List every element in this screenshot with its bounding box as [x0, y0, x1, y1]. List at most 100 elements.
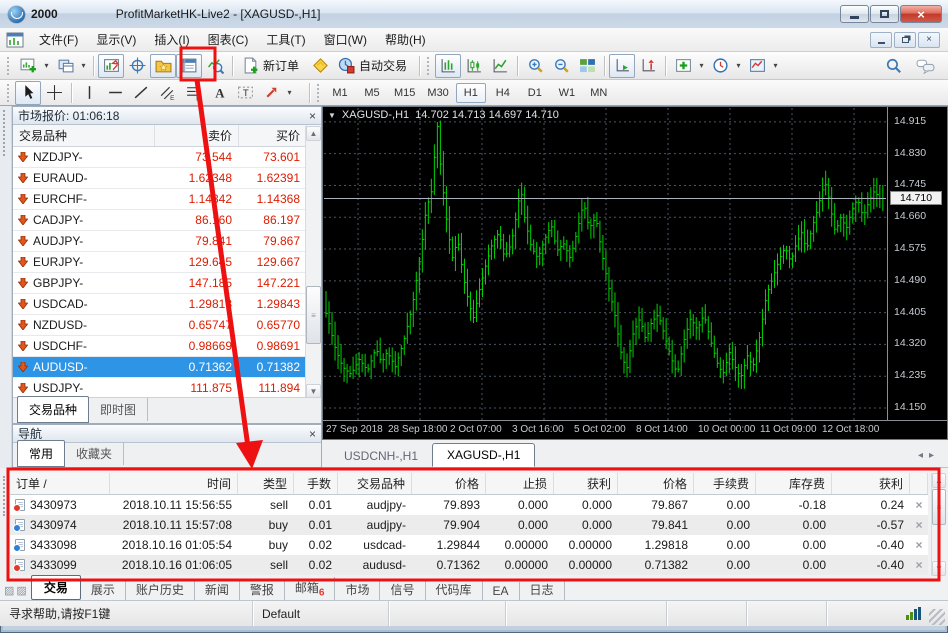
terminal-tab-7[interactable]: 信号 — [380, 579, 426, 600]
title-bar[interactable]: 2000 ProfitMarketHK-Live2 - [XAGUSD-,H1]… — [0, 0, 948, 28]
chart-shift-button[interactable] — [635, 54, 661, 78]
timeframe-m15[interactable]: M15 — [389, 83, 420, 103]
cursor-button[interactable] — [15, 80, 41, 105]
resize-grip[interactable] — [929, 608, 945, 625]
horizontal-line-button[interactable] — [102, 81, 128, 105]
periods-dropdown-caret-icon[interactable]: ▾ — [733, 61, 744, 70]
chart-bars-button[interactable] — [435, 53, 462, 78]
orders-col-4[interactable]: 交易品种 — [338, 473, 412, 494]
mdi-minimize-button[interactable] — [870, 31, 892, 48]
status-profile[interactable]: Default — [253, 601, 389, 626]
menu-item-3[interactable]: 插入(I) — [145, 30, 198, 50]
zoom-out-button[interactable] — [548, 54, 574, 78]
data-window-button[interactable] — [124, 54, 150, 78]
terminal-tab-8[interactable]: 代码库 — [426, 579, 483, 600]
chart-line-button[interactable] — [487, 54, 513, 78]
market-watch-row[interactable]: AUDUSD- 0.71362 0.71382 — [13, 357, 321, 378]
market-watch-row[interactable]: USDCAD- 1.29818 1.29843 — [13, 294, 321, 315]
new-chart-button[interactable] — [15, 54, 41, 78]
time-axis[interactable]: 27 Sep 2018 28 Sep 18:00 2 Oct 07:00 3 Oct … — [323, 420, 947, 439]
terminal-tab-4[interactable]: 警报 — [240, 579, 285, 600]
templates-button[interactable] — [744, 54, 770, 78]
minimize-button[interactable] — [840, 5, 869, 23]
chart-tab-0[interactable]: USDCNH-,H1 — [330, 445, 432, 467]
indicators-dropdown-caret-icon[interactable]: ▾ — [696, 61, 707, 70]
navigator-button[interactable] — [150, 53, 176, 78]
periods-button[interactable] — [707, 54, 733, 78]
templates-dropdown-caret-icon[interactable]: ▾ — [770, 61, 781, 70]
orders-col-2[interactable]: 类型 — [238, 473, 294, 494]
menu-item-4[interactable]: 图表(C) — [199, 30, 258, 50]
arrows-button[interactable] — [258, 81, 284, 105]
market-watch-header[interactable]: 市场报价: 01:06:18 × — [13, 107, 321, 125]
timeframe-m5[interactable]: M5 — [357, 83, 387, 103]
terminal-tab-10[interactable]: 日志 — [520, 579, 565, 600]
market-watch-tab-1[interactable]: 即时图 — [89, 398, 149, 421]
market-watch-row[interactable]: EURAUD- 1.62348 1.62391 — [13, 168, 321, 189]
chart-candles-button[interactable] — [461, 54, 487, 78]
market-watch-col-1[interactable]: 卖价 — [155, 125, 239, 146]
orders-col-5[interactable]: 价格 — [412, 473, 486, 494]
market-watch-tab-0[interactable]: 交易品种 — [17, 396, 90, 423]
menu-item-5[interactable]: 工具(T) — [257, 30, 314, 50]
terminal-tab-2[interactable]: 账户历史 — [126, 579, 195, 600]
market-watch-close-icon[interactable]: × — [309, 110, 316, 122]
scroll-up-icon[interactable]: ▲ — [932, 473, 946, 488]
toolbar-grip[interactable] — [317, 83, 322, 102]
terminal-tab-0[interactable]: 交易 — [30, 575, 81, 600]
panel-grip[interactable] — [0, 106, 12, 470]
market-watch-row[interactable]: NZDJPY- 73.544 73.601 — [13, 147, 321, 168]
market-watch-row[interactable]: AUDJPY- 79.841 79.867 — [13, 231, 321, 252]
market-watch-col-0[interactable]: 交易品种 — [13, 125, 155, 146]
terminal-tab-6[interactable]: 市场 — [335, 579, 381, 600]
profiles-dropdown-caret-icon[interactable]: ▾ — [78, 61, 89, 70]
orders-col-9[interactable]: 手续费 — [694, 473, 756, 494]
navigator-tab-1[interactable]: 收藏夹 — [65, 442, 125, 465]
menu-item-6[interactable]: 窗口(W) — [315, 30, 376, 50]
trendline-button[interactable] — [128, 81, 154, 105]
market-watch-row[interactable]: USDCHF- 0.98669 0.98691 — [13, 336, 321, 357]
market-watch-row[interactable]: CADJPY- 86.160 86.197 — [13, 210, 321, 231]
chart-tab-scroll-icons[interactable]: ◂▸ — [918, 450, 940, 467]
new-order-button[interactable]: 新订单 — [237, 54, 307, 78]
timeframe-h4[interactable]: H4 — [488, 83, 518, 103]
text-label-button[interactable]: T — [232, 81, 258, 105]
mdi-close-button[interactable]: × — [918, 31, 940, 48]
chart-tab-1[interactable]: XAGUSD-,H1 — [432, 443, 536, 467]
indicators-button[interactable] — [670, 54, 696, 78]
orders-col-10[interactable]: 库存费 — [756, 473, 832, 494]
navigator-tab-0[interactable]: 常用 — [17, 440, 66, 467]
toolbar-grip[interactable] — [427, 56, 432, 75]
market-watch-row[interactable]: EURJPY- 129.645 129.667 — [13, 252, 321, 273]
close-order-button[interactable]: × — [910, 538, 928, 552]
timeframe-mn[interactable]: MN — [584, 83, 614, 103]
timeframe-m30[interactable]: M30 — [422, 83, 453, 103]
orders-col-7[interactable]: 获利 — [554, 473, 618, 494]
terminal-scrollbar[interactable]: ▲ ≡ ▼ — [931, 473, 946, 576]
chart-dropdown-icon[interactable]: ▼ — [328, 111, 336, 120]
metaeditor-button[interactable] — [307, 54, 333, 78]
terminal-tab-1[interactable]: 展示 — [81, 579, 126, 600]
profiles-button[interactable] — [52, 54, 78, 78]
timeframe-h1[interactable]: H1 — [455, 82, 486, 103]
terminal-button[interactable] — [176, 53, 202, 78]
arrows-dropdown-caret-icon[interactable]: ▾ — [284, 88, 295, 97]
autotrading-button[interactable]: 自动交易 — [333, 54, 415, 78]
price-scale[interactable]: 14.915 14.830 14.745 14.660 14.575 14.490 14.4… — [887, 107, 948, 420]
search-button[interactable] — [880, 54, 906, 78]
close-button[interactable]: × — [900, 5, 942, 23]
orders-col-1[interactable]: 时间 — [110, 473, 238, 494]
tile-windows-button[interactable] — [574, 54, 600, 78]
scroll-down-icon[interactable]: ▼ — [932, 561, 946, 576]
toolbar-grip[interactable] — [7, 83, 12, 102]
fibonacci-button[interactable]: F — [180, 81, 206, 105]
timeframe-w1[interactable]: W1 — [552, 83, 582, 103]
timeframe-d1[interactable]: D1 — [520, 83, 550, 103]
dock-icon[interactable]: ▨ — [4, 584, 14, 597]
menu-item-1[interactable]: 文件(F) — [30, 30, 87, 50]
market-watch-button[interactable] — [98, 53, 124, 78]
new-chart-dropdown-caret-icon[interactable]: ▾ — [41, 61, 52, 70]
market-watch-row[interactable]: NZDUSD- 0.65747 0.65770 — [13, 315, 321, 336]
orders-col-0[interactable]: 订单 / — [10, 473, 110, 494]
order-row[interactable]: 3430973 2018.10.11 15:56:55 sell 0.01 audjpy… — [10, 495, 928, 515]
